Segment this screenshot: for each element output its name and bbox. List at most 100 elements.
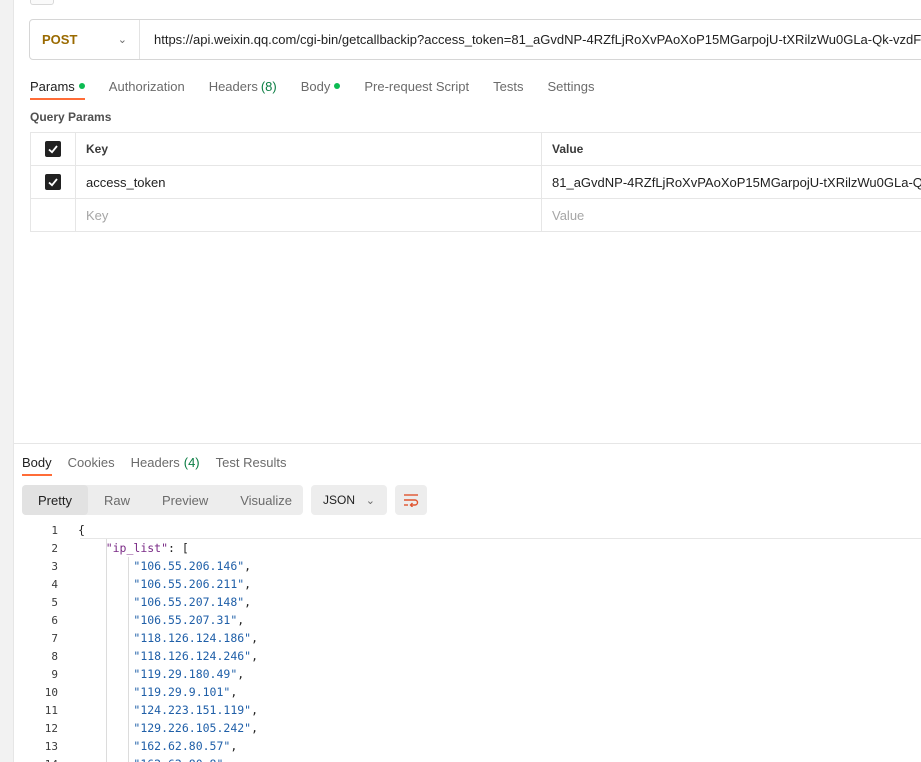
- json-key: "ip_list": [105, 541, 169, 555]
- code-line: 1{: [22, 521, 921, 539]
- response-divider[interactable]: [14, 443, 921, 444]
- tab-label: Tests: [493, 78, 524, 94]
- param-value-field[interactable]: 81_aGvdNP-4RZfLjRoXvPAoXoP15MGarpojU-tXR…: [542, 166, 921, 198]
- word-wrap-button[interactable]: [395, 485, 427, 515]
- line-number: 4: [51, 577, 58, 591]
- check-icon: [48, 145, 58, 154]
- query-params-table: Key Value access_token 81_aGvdNP-4RZfLjR…: [30, 132, 921, 232]
- response-tab-cookies[interactable]: Cookies: [68, 448, 115, 476]
- line-number: 11: [44, 703, 58, 717]
- code-line: 9 "119.29.180.49",: [22, 665, 921, 683]
- new-param-check-cell: [31, 199, 76, 231]
- json-string: "106.55.206.211": [133, 577, 245, 591]
- response-body-code[interactable]: 1{2 "ip_list": [3 "106.55.206.146", 4 "10…: [22, 521, 921, 762]
- json-string: "106.55.206.146": [133, 559, 245, 573]
- json-string: "106.55.207.31": [133, 613, 238, 627]
- response-headers-count: (4): [183, 454, 200, 470]
- new-param-value-input[interactable]: Value: [542, 199, 921, 231]
- code-text: "118.126.124.186",: [133, 631, 259, 645]
- key-column-header: Key: [76, 133, 542, 165]
- json-string: "124.223.151.119": [133, 703, 252, 717]
- tab-label: Headers: [130, 454, 180, 470]
- tab-tests[interactable]: Tests: [493, 72, 523, 100]
- query-params-title: Query Params: [30, 110, 112, 124]
- param-key-field[interactable]: access_token: [76, 166, 542, 198]
- tab-label: Params: [30, 78, 75, 94]
- view-raw-button[interactable]: Raw: [88, 485, 146, 515]
- json-string: "106.55.207.148": [133, 595, 245, 609]
- code-text: "106.55.206.211",: [133, 577, 252, 591]
- code-line: 8 "118.126.124.246",: [22, 647, 921, 665]
- tab-label: Body: [300, 78, 331, 94]
- code-text: "106.55.207.148",: [133, 595, 252, 609]
- tab-label: Body: [22, 454, 52, 470]
- tab-settings[interactable]: Settings: [547, 72, 594, 100]
- line-number: 3: [51, 559, 58, 573]
- new-param-key-input[interactable]: Key: [76, 199, 542, 231]
- format-label: JSON: [323, 493, 356, 507]
- line-number: 8: [51, 649, 58, 663]
- view-pretty-button[interactable]: Pretty: [22, 485, 88, 515]
- tab-authorization[interactable]: Authorization: [109, 72, 185, 100]
- line-number: 14: [22, 758, 78, 762]
- check-icon: [48, 178, 58, 187]
- response-tab-test-results[interactable]: Test Results: [216, 448, 287, 476]
- code-line: 5 "106.55.207.148",: [22, 593, 921, 611]
- line-number: 13: [44, 739, 58, 753]
- param-row: access_token 81_aGvdNP-4RZfLjRoXvPAoXoP1…: [31, 166, 921, 199]
- tab-label: Settings: [547, 78, 595, 94]
- code-text: "129.226.105.242",: [133, 721, 259, 735]
- format-select[interactable]: JSON ⌄: [311, 485, 387, 515]
- code-text: "119.29.180.49",: [133, 667, 245, 681]
- request-tabs: Params Authorization Headers (8) Body Pre…: [30, 72, 618, 100]
- param-enable-checkbox[interactable]: [45, 174, 61, 190]
- tab-label: Cookies: [67, 454, 115, 470]
- tab-label: Authorization: [108, 78, 185, 94]
- code-text: "106.55.207.31",: [133, 613, 245, 627]
- tab-label: Headers: [208, 78, 258, 94]
- code-text: "118.126.124.246",: [133, 649, 259, 663]
- param-enable-cell: [31, 166, 76, 198]
- code-line: 14 "162.62.80.8",: [22, 755, 921, 762]
- json-string: "118.126.124.186": [133, 631, 252, 645]
- line-number: 9: [51, 667, 58, 681]
- json-string: "119.29.9.101": [133, 685, 231, 699]
- code-line: 2 "ip_list": [: [22, 539, 921, 557]
- json-string: "162.62.80.8": [133, 757, 223, 762]
- response-tab-body[interactable]: Body: [22, 448, 52, 476]
- json-string: "118.126.124.246": [133, 649, 252, 663]
- view-preview-button[interactable]: Preview: [146, 485, 224, 515]
- request-bar: POST ⌄ https://api.weixin.qq.com/cgi-bin…: [29, 19, 921, 60]
- tab-pre-request-script[interactable]: Pre-request Script: [364, 72, 469, 100]
- line-number: 2: [51, 541, 58, 555]
- method-selector[interactable]: POST ⌄: [30, 20, 140, 59]
- headers-count: (8): [260, 78, 277, 94]
- tab-params[interactable]: Params: [30, 72, 85, 100]
- params-header-row: Key Value: [31, 133, 921, 166]
- response-tabs: Body Cookies Headers (4) Test Results: [22, 448, 302, 476]
- code-text: "124.223.151.119",: [133, 703, 259, 717]
- chevron-down-icon: ⌄: [365, 494, 375, 507]
- tab-headers[interactable]: Headers (8): [209, 72, 277, 100]
- new-param-row: Key Value: [31, 199, 921, 232]
- code-line: 11 "124.223.151.119",: [22, 701, 921, 719]
- line-number: 6: [51, 613, 58, 627]
- view-visualize-button[interactable]: Visualize: [224, 485, 308, 515]
- chevron-down-icon: ⌄: [117, 34, 127, 46]
- left-gutter: [0, 0, 14, 762]
- wrap-lines-icon: [404, 494, 419, 507]
- response-tab-headers[interactable]: Headers (4): [131, 448, 200, 476]
- url-input[interactable]: https://api.weixin.qq.com/cgi-bin/getcal…: [140, 32, 921, 47]
- collapsed-panel-stub[interactable]: [30, 0, 54, 5]
- json-string: "162.62.80.57": [133, 739, 231, 753]
- code-line: 13 "162.62.80.57",: [22, 737, 921, 755]
- json-string: "119.29.180.49": [133, 667, 238, 681]
- body-active-dot: [334, 83, 341, 89]
- code-text: "162.62.80.57",: [133, 739, 238, 753]
- params-active-dot: [78, 83, 85, 89]
- tab-body[interactable]: Body: [301, 72, 341, 100]
- select-all-checkbox[interactable]: [45, 141, 61, 157]
- code-line: 12 "129.226.105.242",: [22, 719, 921, 737]
- line-number: 10: [44, 685, 58, 699]
- code-line: 6 "106.55.207.31",: [22, 611, 921, 629]
